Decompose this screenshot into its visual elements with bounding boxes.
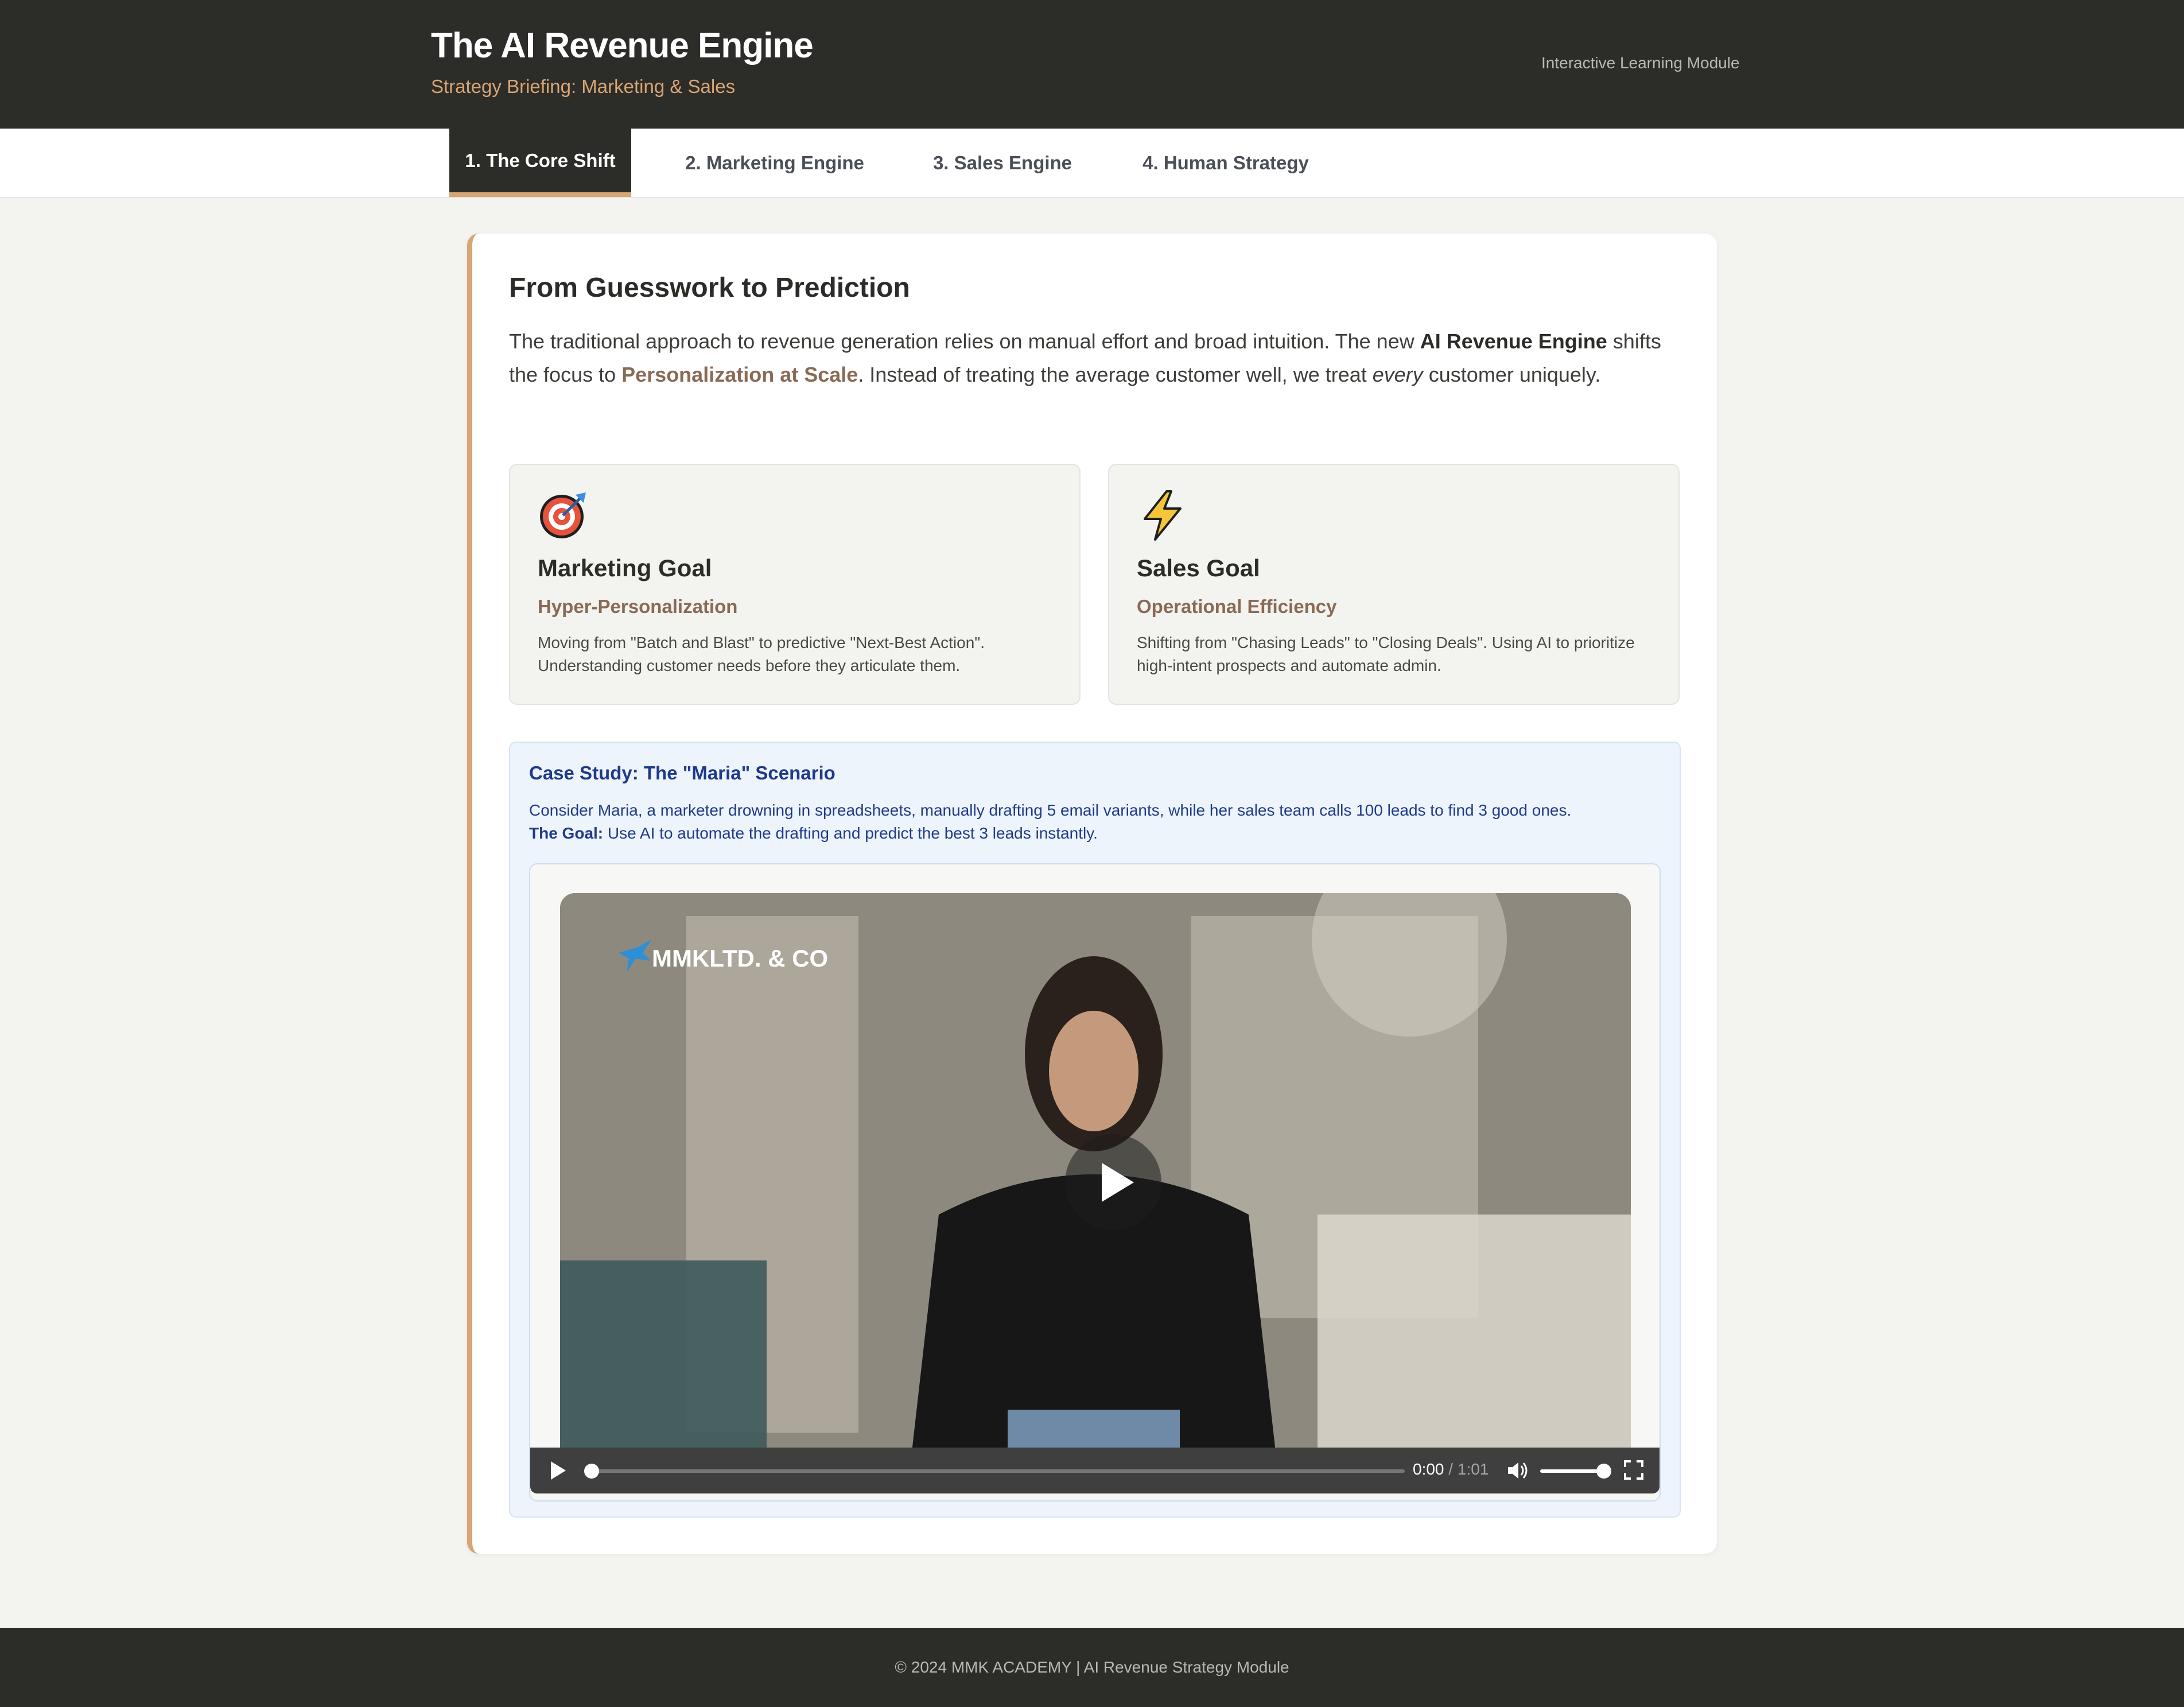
seek-handle[interactable]: [584, 1464, 599, 1479]
intro-paragraph: The traditional approach to revenue gene…: [509, 325, 1691, 391]
video-player[interactable]: MMKLTD. & CO: [560, 893, 1631, 1467]
play-overlay-button[interactable]: [1065, 1134, 1161, 1231]
intro-emphasis: every: [1372, 363, 1423, 386]
video-container: MMKLTD. & CO 0:00 / 1:01: [529, 863, 1661, 1502]
case-study-title: Case Study: The "Maria" Scenario: [529, 762, 835, 783]
case-study-body: Consider Maria, a marketer drowning in s…: [529, 801, 1572, 819]
page-footer: © 2024 MMK ACADEMY | AI Revenue Strategy…: [0, 1628, 2184, 1707]
duration: 1:01: [1457, 1460, 1489, 1478]
module-label: Interactive Learning Module: [1541, 54, 1740, 72]
case-study-text: Consider Maria, a marketer drowning in s…: [529, 799, 1665, 845]
marketing-goal-title: Marketing Goal: [538, 554, 712, 581]
video-logo: MMKLTD. & CO: [652, 945, 829, 972]
sales-goal-title: Sales Goal: [1137, 554, 1260, 581]
tab-core-shift[interactable]: 1. The Core Shift: [449, 129, 631, 197]
app-subtitle: Strategy Briefing: Marketing & Sales: [431, 76, 736, 97]
sales-goal-card: Sales Goal Operational Efficiency Shifti…: [1108, 464, 1680, 705]
intro-text: The traditional approach to revenue gene…: [509, 329, 1420, 353]
lightning-icon: [1144, 490, 1182, 541]
marketing-goal-card: Marketing Goal Hyper-Personalization Mov…: [509, 464, 1081, 705]
sales-goal-description: Shifting from "Chasing Leads" to "Closin…: [1137, 634, 1635, 674]
time-separator: /: [1444, 1460, 1458, 1478]
intro-text: . Instead of treating the average custom…: [858, 363, 1373, 386]
marketing-goal-subtitle: Hyper-Personalization: [538, 596, 738, 617]
sales-goal-subtitle: Operational Efficiency: [1137, 596, 1337, 617]
footer-text: © 2024 MMK ACADEMY | AI Revenue Strategy…: [895, 1658, 1289, 1676]
section-title: From Guesswork to Prediction: [509, 273, 910, 303]
seek-bar[interactable]: [591, 1469, 1405, 1473]
video-controls: 0:00 / 1:01: [530, 1448, 1660, 1493]
intro-text: customer uniquely.: [1423, 363, 1601, 386]
fullscreen-icon[interactable]: [1624, 1460, 1643, 1480]
app-header: The AI Revenue Engine Strategy Briefing:…: [0, 0, 2184, 129]
current-time: 0:00: [1413, 1460, 1444, 1478]
app-title: The AI Revenue Engine: [431, 26, 814, 65]
volume-slider[interactable]: [1540, 1469, 1603, 1473]
volume-handle[interactable]: [1596, 1464, 1611, 1479]
intro-bold: AI Revenue Engine: [1420, 329, 1607, 353]
case-study-box: Case Study: The "Maria" Scenario Conside…: [509, 742, 1681, 1518]
target-icon: [540, 492, 586, 538]
case-study-goal-label: The Goal:: [529, 824, 604, 842]
tab-human-strategy[interactable]: 4. Human Strategy: [1134, 129, 1318, 197]
time-display: 0:00 / 1:01: [1413, 1460, 1489, 1479]
intro-accent: Personalization at Scale: [621, 363, 858, 386]
tab-sales-engine[interactable]: 3. Sales Engine: [925, 129, 1080, 197]
tab-bar: 1. The Core Shift 2. Marketing Engine 3.…: [0, 129, 2184, 198]
marketing-goal-description: Moving from "Batch and Blast" to predict…: [538, 634, 985, 674]
hummingbird-logo-icon: [619, 939, 652, 972]
case-study-goal-text: Use AI to automate the drafting and pred…: [603, 824, 1098, 842]
tab-marketing-engine[interactable]: 2. Marketing Engine: [671, 129, 878, 197]
volume-icon[interactable]: [1506, 1459, 1529, 1482]
play-icon[interactable]: [551, 1461, 566, 1480]
